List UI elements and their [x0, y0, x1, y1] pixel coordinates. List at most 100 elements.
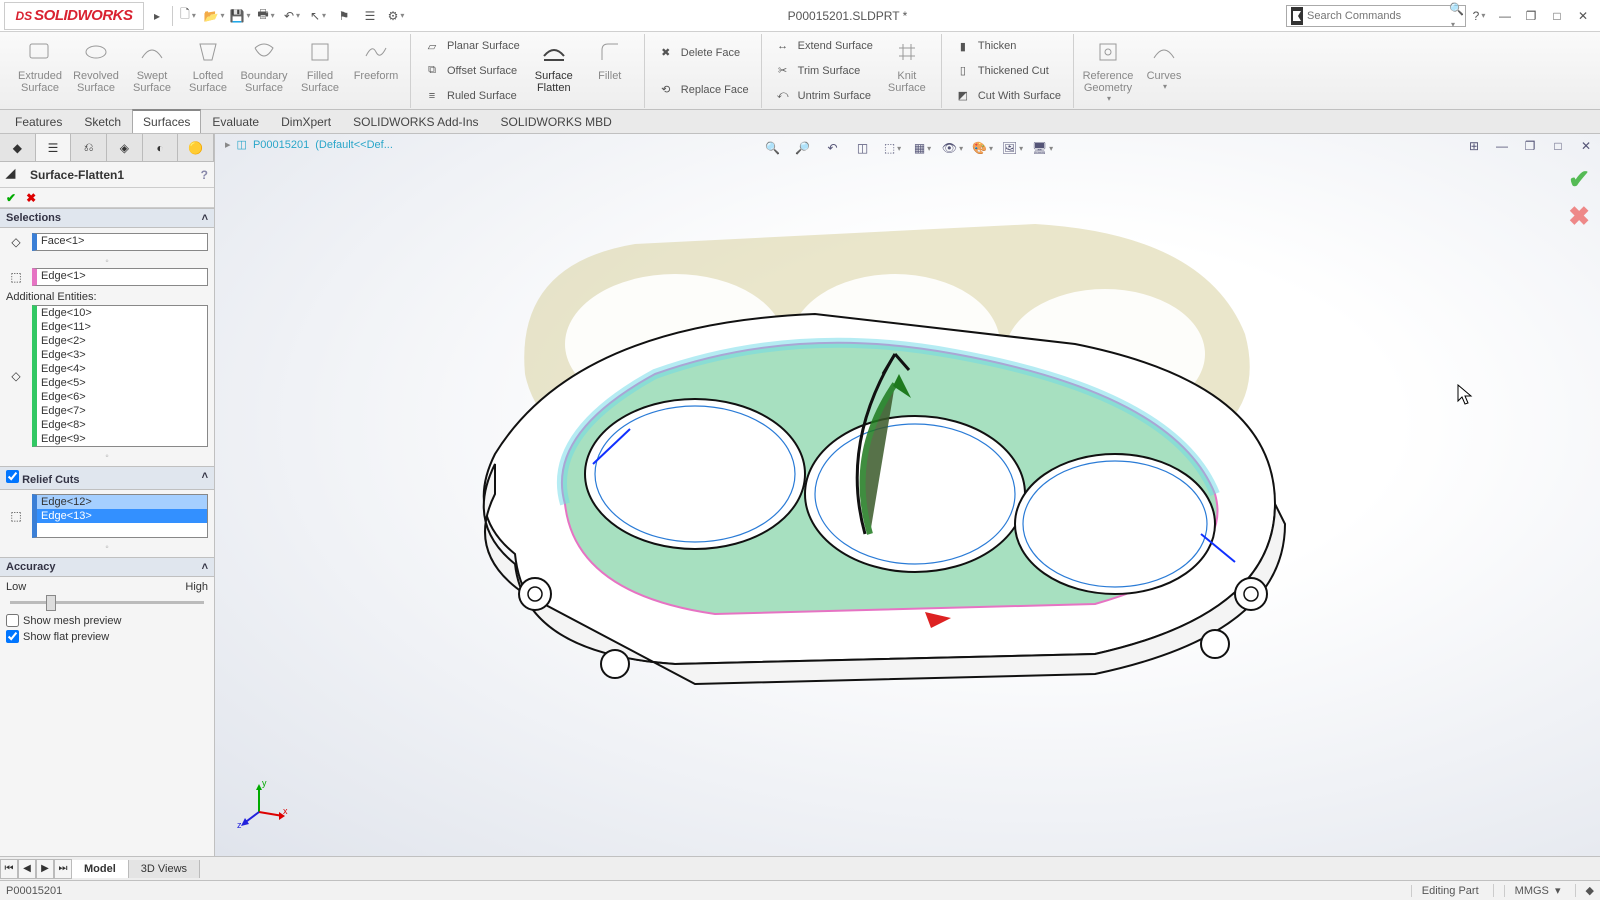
thicken-button[interactable]: ▮Thicken: [948, 35, 1067, 57]
list-item[interactable]: [37, 523, 207, 537]
restore-icon[interactable]: ❐: [1518, 3, 1544, 29]
tab-evaluate[interactable]: Evaluate: [201, 110, 270, 133]
breadcrumb[interactable]: ▸ ◫ P00015201 (Default<<Def...: [225, 138, 393, 151]
list-item[interactable]: Edge<12>: [37, 495, 207, 509]
search-commands[interactable]: 🔍▾: [1286, 5, 1466, 27]
bottom-tab-3dviews[interactable]: 3D Views: [129, 860, 200, 878]
list-item[interactable]: Face<1>: [37, 234, 207, 248]
section-accuracy[interactable]: Accuracy˄: [0, 557, 214, 577]
show-flat-preview[interactable]: Show flat preview: [6, 630, 208, 643]
cancel-button[interactable]: ✖: [26, 191, 36, 205]
tab-features[interactable]: Features: [4, 110, 73, 133]
ruled-surface-button[interactable]: ≡Ruled Surface: [417, 85, 526, 107]
tab-dimxpert[interactable]: DimXpert: [270, 110, 342, 133]
list-item[interactable]: Edge<1>: [37, 269, 207, 283]
side-tab-dimxpert-icon[interactable]: ◈: [107, 134, 143, 161]
list-item[interactable]: Edge<5>: [37, 376, 207, 390]
reference-geometry-button[interactable]: Reference Geometry▾: [1080, 34, 1136, 105]
list-item[interactable]: Edge<2>: [37, 334, 207, 348]
side-tab-display-icon[interactable]: ◐: [143, 134, 179, 161]
cut-with-surface-button[interactable]: ◩Cut With Surface: [948, 85, 1067, 107]
undo-icon[interactable]: ↶▾: [279, 3, 305, 29]
orientation-triad[interactable]: y x z: [235, 776, 291, 832]
vp-maximize-icon[interactable]: □: [1546, 134, 1570, 158]
help-pin-icon[interactable]: ?: [201, 168, 208, 182]
freeform-button[interactable]: Freeform: [348, 34, 404, 84]
side-tab-appearance-icon[interactable]: 🟡: [178, 134, 214, 161]
tab-nav-prev-icon[interactable]: ◀: [18, 859, 36, 879]
show-mesh-preview[interactable]: Show mesh preview: [6, 614, 208, 627]
swept-surface-button[interactable]: Swept Surface: [124, 34, 180, 96]
vp-minimize-icon[interactable]: —: [1490, 134, 1514, 158]
status-units[interactable]: MMGS ▾: [1493, 884, 1561, 897]
print-icon[interactable]: 🖶▾: [253, 3, 279, 29]
vp-close-icon[interactable]: ✕: [1574, 134, 1598, 158]
open-doc-icon[interactable]: 📂▾: [201, 3, 227, 29]
delete-face-button[interactable]: ✖Delete Face: [651, 42, 755, 64]
zoom-area-icon[interactable]: 🔎: [791, 136, 815, 160]
list-item[interactable]: Edge<4>: [37, 362, 207, 376]
replace-face-button[interactable]: ⟲Replace Face: [651, 79, 755, 101]
list-item[interactable]: Edge<8>: [37, 418, 207, 432]
viewport-cancel-icon[interactable]: ✖: [1568, 201, 1590, 232]
viewport-accept-icon[interactable]: ✔: [1568, 164, 1590, 195]
tab-nav-next-icon[interactable]: ▶: [36, 859, 54, 879]
prev-view-icon[interactable]: ↶: [821, 136, 845, 160]
search-icon[interactable]: 🔍▾: [1449, 2, 1464, 30]
knit-surface-button[interactable]: Knit Surface: [879, 34, 935, 96]
list-item[interactable]: Edge<7>: [37, 404, 207, 418]
status-custom-icon[interactable]: ◆: [1575, 884, 1594, 897]
close-icon[interactable]: ✕: [1570, 3, 1596, 29]
surface-flatten-button[interactable]: Surface Flatten: [526, 34, 582, 96]
lofted-surface-button[interactable]: Lofted Surface: [180, 34, 236, 96]
graphics-viewport[interactable]: ⊞ — ❐ □ ✕ ✔ ✖ ▸ ◫ P00015201 (Default<<De…: [215, 134, 1600, 856]
options-list-icon[interactable]: ☰: [357, 3, 383, 29]
list-item[interactable]: Edge<6>: [37, 390, 207, 404]
zoom-fit-icon[interactable]: 🔍: [761, 136, 785, 160]
hide-show-icon[interactable]: 👁▾: [941, 136, 965, 160]
side-tab-property-icon[interactable]: ☰: [36, 134, 72, 161]
vp-tile-icon[interactable]: ⊞: [1462, 134, 1486, 158]
apply-scene-icon[interactable]: 🖼▾: [1001, 136, 1025, 160]
view-settings-icon[interactable]: 🖥▾: [1031, 136, 1055, 160]
new-doc-icon[interactable]: 🗋▾: [175, 3, 201, 29]
untrim-surface-button[interactable]: ⤺Untrim Surface: [768, 85, 879, 107]
relief-cuts-checkbox[interactable]: [6, 470, 19, 483]
tab-mbd[interactable]: SOLIDWORKS MBD: [490, 110, 623, 133]
trim-surface-button[interactable]: ✂Trim Surface: [768, 60, 879, 82]
accept-button[interactable]: ✔: [6, 191, 16, 205]
breadcrumb-arrow-icon[interactable]: ▸: [225, 138, 231, 151]
extend-surface-button[interactable]: ↔Extend Surface: [768, 35, 879, 57]
section-view-icon[interactable]: ◫: [851, 136, 875, 160]
list-item[interactable]: Edge<11>: [37, 320, 207, 334]
view-orient-icon[interactable]: ⬚▾: [881, 136, 905, 160]
list-item[interactable]: Edge<10>: [37, 306, 207, 320]
fillet-button[interactable]: Fillet: [582, 34, 638, 84]
search-input[interactable]: [1307, 10, 1449, 22]
save-icon[interactable]: 💾▾: [227, 3, 253, 29]
accuracy-slider[interactable]: [6, 593, 208, 611]
maximize-icon[interactable]: □: [1544, 3, 1570, 29]
revolved-surface-button[interactable]: Revolved Surface: [68, 34, 124, 96]
vp-restore-icon[interactable]: ❐: [1518, 134, 1542, 158]
display-style-icon[interactable]: ▦▾: [911, 136, 935, 160]
face-selection-list[interactable]: Face<1>: [32, 233, 208, 251]
offset-surface-button[interactable]: ⧉Offset Surface: [417, 60, 526, 82]
section-relief-cuts[interactable]: Relief Cuts ˄: [0, 466, 214, 490]
bottom-tab-model[interactable]: Model: [72, 860, 129, 878]
thickened-cut-button[interactable]: ▯Thickened Cut: [948, 60, 1067, 82]
section-selections[interactable]: Selections˄: [0, 208, 214, 228]
side-tab-feature-icon[interactable]: ◆: [0, 134, 36, 161]
tab-nav-last-icon[interactable]: ⏭: [54, 859, 72, 879]
curves-button[interactable]: Curves▾: [1136, 34, 1192, 93]
boundary-surface-button[interactable]: Boundary Surface: [236, 34, 292, 96]
list-item[interactable]: Edge<13>: [37, 509, 207, 523]
list-item[interactable]: Edge<9>: [37, 432, 207, 446]
edit-appearance-icon[interactable]: 🎨▾: [971, 136, 995, 160]
select-icon[interactable]: ↖▾: [305, 3, 331, 29]
filled-surface-button[interactable]: Filled Surface: [292, 34, 348, 96]
side-tab-config-icon[interactable]: ⎌: [71, 134, 107, 161]
breadcrumb-config[interactable]: (Default<<Def...: [315, 139, 393, 151]
planar-surface-button[interactable]: ▱Planar Surface: [417, 35, 526, 57]
minimize-icon[interactable]: —: [1492, 3, 1518, 29]
